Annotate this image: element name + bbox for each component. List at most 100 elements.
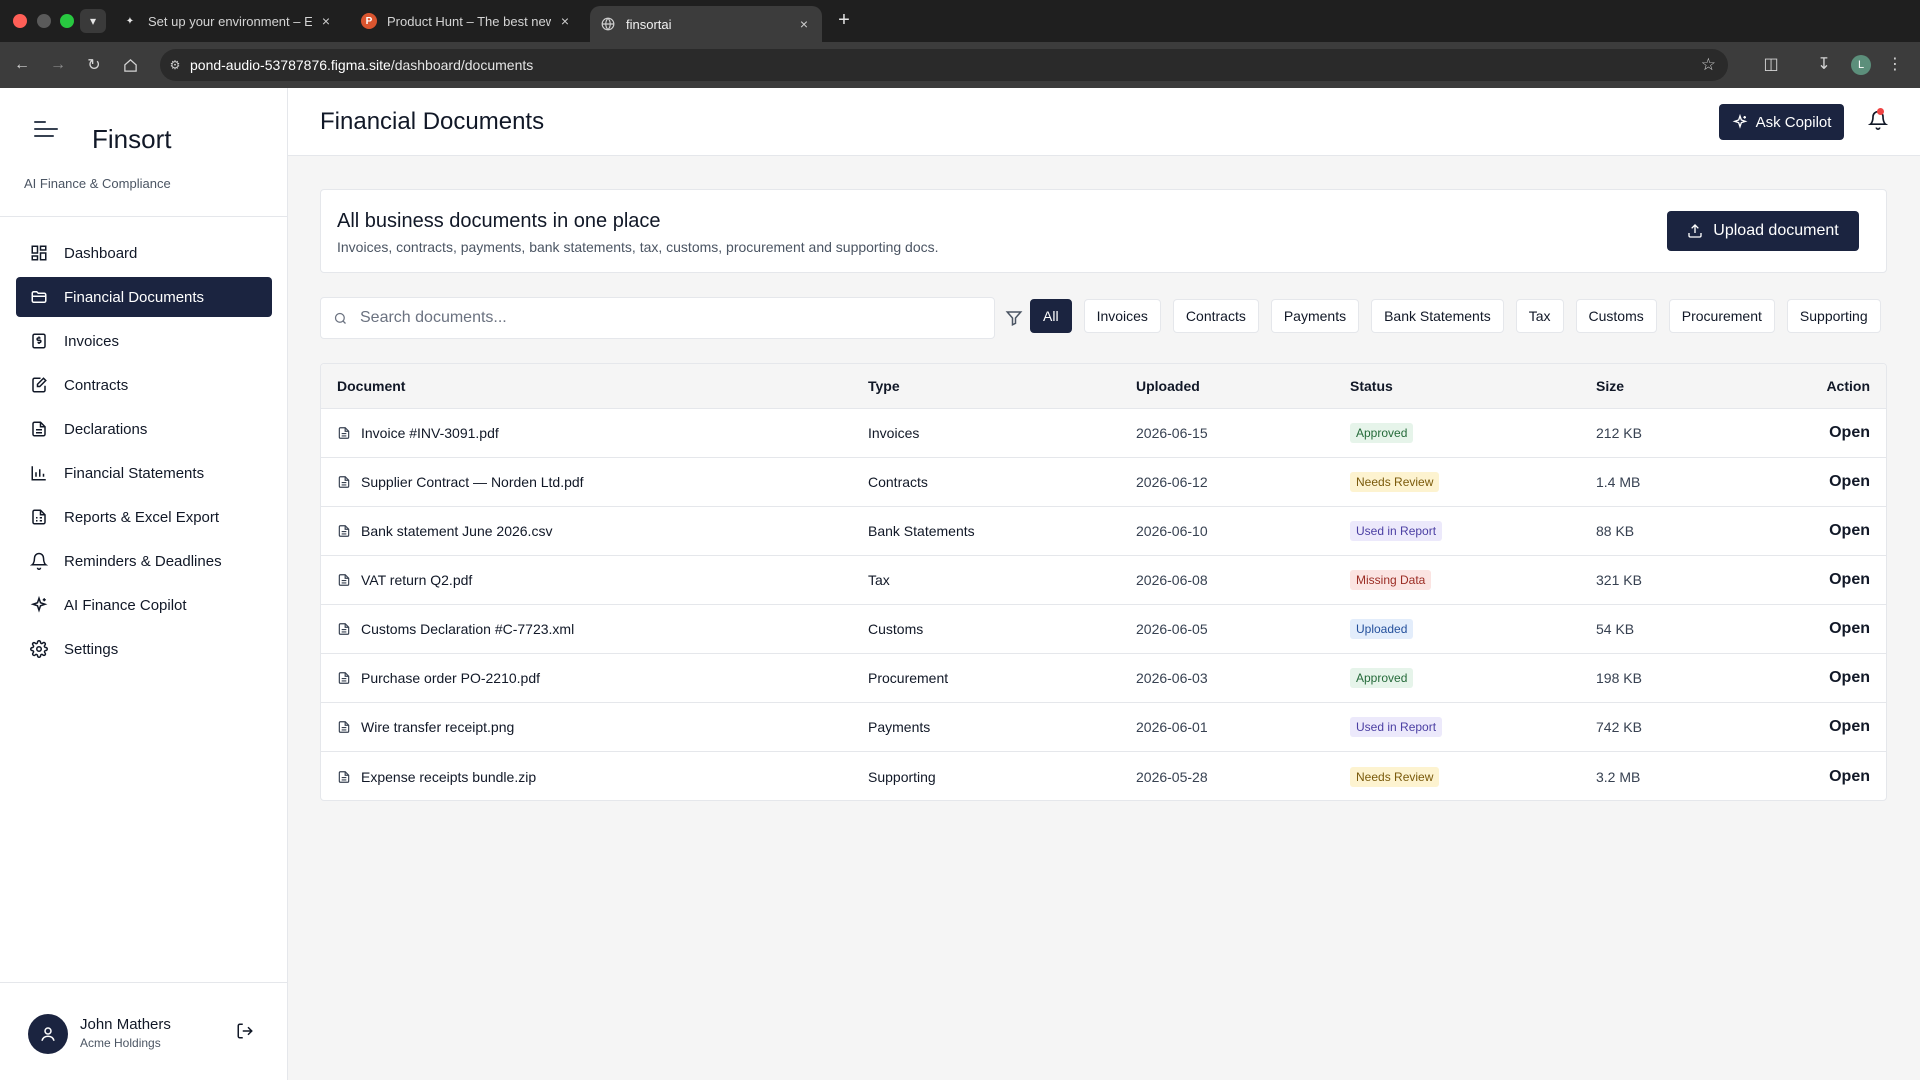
document-cell[interactable]: Bank statement June 2026.csv [321, 523, 868, 539]
sidebar-item-ai-copilot[interactable]: AI Finance Copilot [16, 585, 272, 625]
table-row[interactable]: Bank statement June 2026.csv Bank Stateme… [321, 507, 1886, 556]
home-icon[interactable] [118, 53, 142, 77]
open-button[interactable]: Open [1786, 718, 1886, 736]
document-name[interactable]: Wire transfer receipt.png [361, 719, 514, 735]
contract-icon [32, 377, 47, 393]
table-row[interactable]: Purchase order PO-2210.pdf Procurement 202… [321, 654, 1886, 703]
document-cell[interactable]: Wire transfer receipt.png [321, 719, 868, 735]
document-name[interactable]: Purchase order PO-2210.pdf [361, 670, 540, 686]
sidebar-item-reports[interactable]: Reports & Excel Export [16, 497, 272, 537]
document-cell[interactable]: Purchase order PO-2210.pdf [321, 670, 868, 686]
size-cell: 212 KB [1596, 425, 1642, 441]
reload-icon[interactable]: ↻ [82, 53, 106, 77]
document-cell[interactable]: Invoice #INV-3091.pdf [321, 425, 868, 441]
type-cell: Bank Statements [868, 523, 975, 539]
table-row[interactable]: Supplier Contract — Norden Ltd.pdf Contra… [321, 458, 1886, 507]
profile-avatar[interactable]: L [1851, 55, 1871, 75]
column-header-status[interactable]: Status [1350, 378, 1596, 394]
brand-name: Finsort [92, 124, 172, 154]
search-input[interactable] [360, 309, 960, 327]
file-icon [338, 525, 350, 537]
table-row[interactable]: Invoice #INV-3091.pdf Invoices 2026-06-15 A… [321, 409, 1886, 458]
filter-chip-all[interactable]: All [1030, 299, 1072, 333]
table-row[interactable]: Expense receipts bundle.zip Supporting 202… [321, 752, 1886, 800]
document-cell[interactable]: Customs Declaration #C-7723.xml [321, 621, 868, 637]
document-cell[interactable]: Supplier Contract — Norden Ltd.pdf [321, 474, 868, 490]
filter-chip-invoices[interactable]: Invoices [1083, 299, 1161, 333]
sidebar-item-dashboard[interactable]: Dashboard [16, 233, 272, 273]
ask-copilot-button[interactable]: Ask Copilot [1719, 104, 1844, 140]
column-header-document[interactable]: Document [321, 378, 868, 394]
table-row[interactable]: Customs Declaration #C-7723.xml Customs 20… [321, 605, 1886, 654]
filter-icon[interactable] [1005, 309, 1023, 327]
filter-chip-customs[interactable]: Customs [1575, 299, 1657, 333]
site-settings-icon[interactable]: ⚙ [160, 58, 190, 72]
forward-icon[interactable]: → [46, 53, 70, 77]
filter-chip-supporting[interactable]: Supporting [1786, 299, 1881, 333]
open-button[interactable]: Open [1786, 620, 1886, 638]
table-row[interactable]: VAT return Q2.pdf Tax 2026-06-08 Missing Da… [321, 556, 1886, 605]
avatar[interactable] [28, 1014, 68, 1054]
address-bar[interactable]: ⚙ pond-audio-53787876.figma.site/dashboa… [160, 49, 1728, 81]
document-name[interactable]: Invoice #INV-3091.pdf [361, 425, 499, 441]
sidebar-toggle-icon[interactable] [34, 121, 58, 137]
filter-chip-contracts[interactable]: Contracts [1172, 299, 1259, 333]
back-icon[interactable]: ← [10, 53, 34, 77]
close-tab-icon[interactable]: × [318, 13, 334, 29]
document-name[interactable]: VAT return Q2.pdf [361, 572, 472, 588]
sidebar-item-contracts[interactable]: Contracts [16, 365, 272, 405]
sidebar-item-settings[interactable]: Settings [16, 629, 272, 669]
table-body: Invoice #INV-3091.pdf Invoices 2026-06-15 A… [321, 409, 1886, 800]
sidebar-item-invoices[interactable]: Invoices [16, 321, 272, 361]
filter-chip-procurement[interactable]: Procurement [1668, 299, 1775, 333]
filter-chip-payments[interactable]: Payments [1270, 299, 1360, 333]
status-badge: Approved [1350, 423, 1414, 443]
sidebar-item-reminders[interactable]: Reminders & Deadlines [16, 541, 272, 581]
type-cell: Payments [868, 719, 931, 735]
open-button[interactable]: Open [1786, 571, 1886, 589]
open-button[interactable]: Open [1786, 768, 1886, 786]
column-header-size[interactable]: Size [1596, 378, 1786, 394]
maximize-window-button[interactable] [60, 14, 74, 28]
documents-intro-card: All business documents in one place Invo… [320, 189, 1887, 273]
sidebar-item-label: Declarations [64, 420, 148, 438]
tab-search-button[interactable]: ▾ [80, 9, 106, 33]
column-header-type[interactable]: Type [868, 378, 1136, 394]
more-menu-icon[interactable]: ⋮ [1884, 54, 1906, 74]
document-cell[interactable]: VAT return Q2.pdf [321, 572, 868, 588]
open-button[interactable]: Open [1786, 522, 1886, 540]
minimize-window-button[interactable] [37, 14, 51, 28]
document-name[interactable]: Bank statement June 2026.csv [361, 523, 552, 539]
upload-document-button[interactable]: Upload document [1667, 211, 1859, 251]
bookmark-star-icon[interactable]: ☆ [1701, 55, 1716, 75]
close-tab-icon[interactable]: × [557, 13, 573, 29]
sidebar-item-label: Invoices [64, 332, 120, 350]
document-name[interactable]: Supplier Contract — Norden Ltd.pdf [361, 474, 584, 490]
chart-icon [31, 466, 46, 481]
extensions-icon[interactable]: ◫ [1760, 54, 1782, 74]
sidebar-item-financial-statements[interactable]: Financial Statements [16, 453, 272, 493]
browser-tab-1[interactable]: ✦ Set up your environment – Ex × [112, 4, 344, 38]
download-icon[interactable]: ↧ [1813, 54, 1835, 74]
close-tab-icon[interactable]: × [796, 16, 812, 32]
table-row[interactable]: Wire transfer receipt.png Payments 2026-06… [321, 703, 1886, 752]
open-button[interactable]: Open [1786, 669, 1886, 687]
column-header-uploaded[interactable]: Uploaded [1136, 378, 1350, 394]
status-badge: Used in Report [1350, 521, 1443, 541]
browser-tab-3[interactable]: finsortai × [590, 6, 822, 42]
open-button[interactable]: Open [1786, 473, 1886, 491]
document-name[interactable]: Expense receipts bundle.zip [361, 769, 536, 785]
filter-chip-tax[interactable]: Tax [1515, 299, 1564, 333]
sidebar-item-financial-documents[interactable]: Financial Documents [16, 277, 272, 317]
browser-tab-2[interactable]: P Product Hunt – The best new × [351, 4, 583, 38]
filter-chip-bank-statements[interactable]: Bank Statements [1371, 299, 1504, 333]
new-tab-button[interactable]: + [832, 9, 856, 32]
sidebar-item-declarations[interactable]: Declarations [16, 409, 272, 449]
status-cell: Needs Review [1350, 766, 1596, 787]
logout-button[interactable] [236, 1022, 256, 1042]
document-name[interactable]: Customs Declaration #C-7723.xml [361, 621, 574, 637]
url-text: pond-audio-53787876.figma.site/dashboard… [190, 57, 534, 73]
open-button[interactable]: Open [1786, 424, 1886, 442]
close-window-button[interactable] [13, 14, 27, 28]
document-cell[interactable]: Expense receipts bundle.zip [321, 769, 868, 785]
